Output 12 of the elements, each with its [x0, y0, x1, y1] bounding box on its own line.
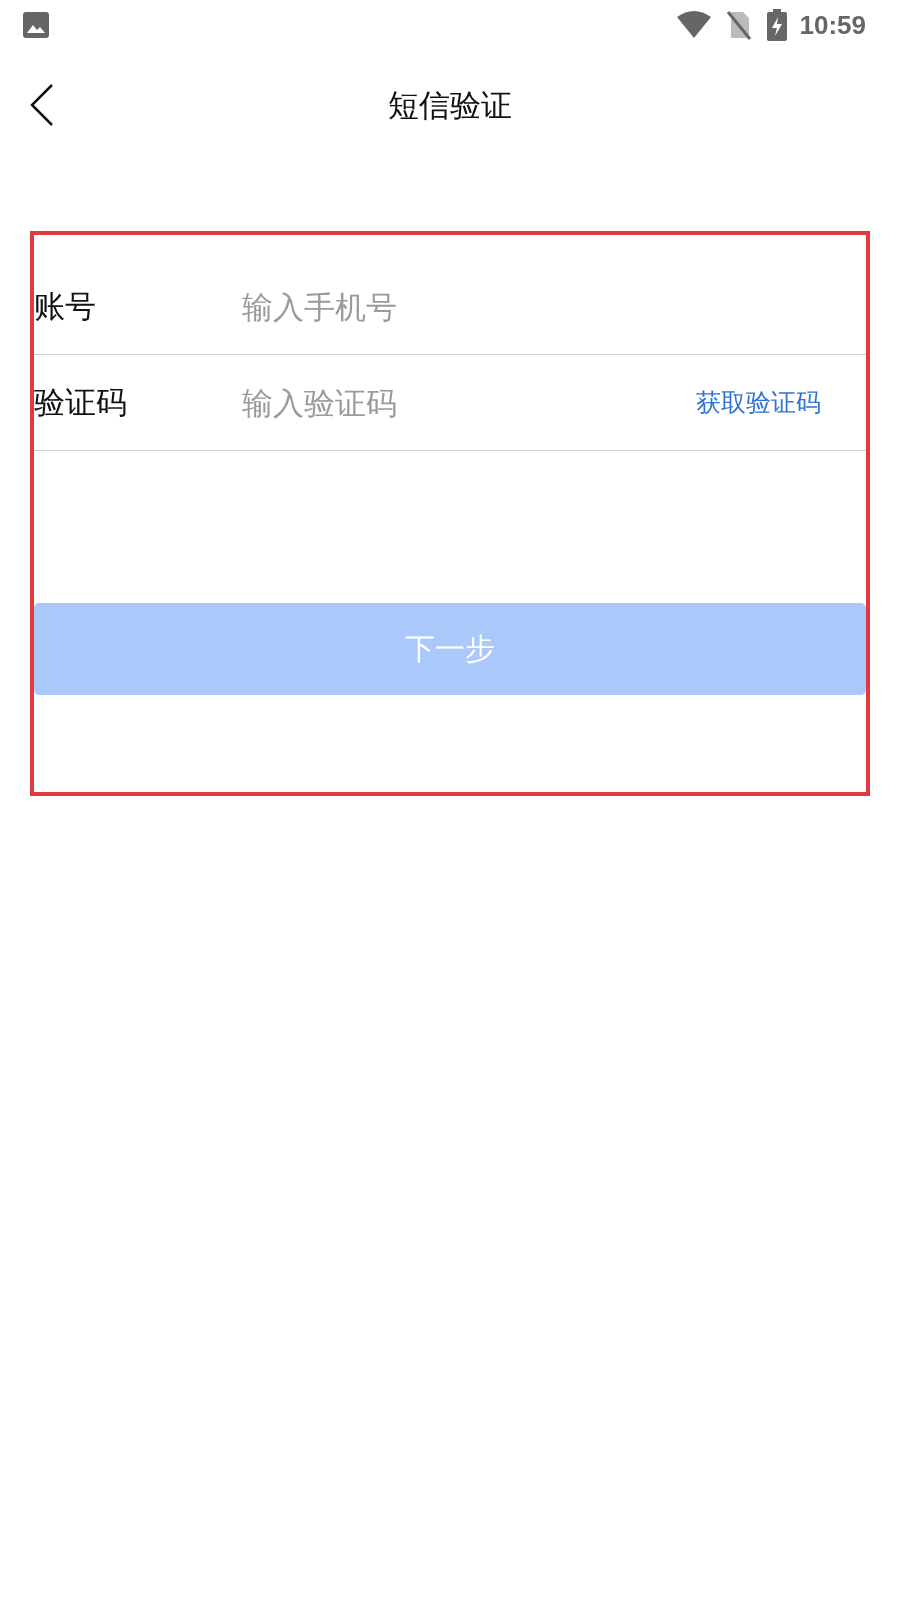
get-code-link[interactable]: 获取验证码: [696, 386, 821, 419]
clock-time: 10:59: [799, 9, 866, 41]
field-label: 账号: [34, 286, 97, 326]
input-field[interactable]: 输入手机号: [242, 288, 866, 325]
no-sim-icon: [725, 10, 752, 40]
input-field[interactable]: 输入验证码: [242, 384, 696, 421]
field-label: 验证码: [34, 382, 128, 422]
image-icon: [22, 11, 50, 39]
back-icon[interactable]: [29, 83, 55, 127]
wifi-icon: [675, 11, 712, 39]
battery-charging-icon: [765, 9, 788, 41]
page-title: 短信验证: [388, 86, 512, 125]
